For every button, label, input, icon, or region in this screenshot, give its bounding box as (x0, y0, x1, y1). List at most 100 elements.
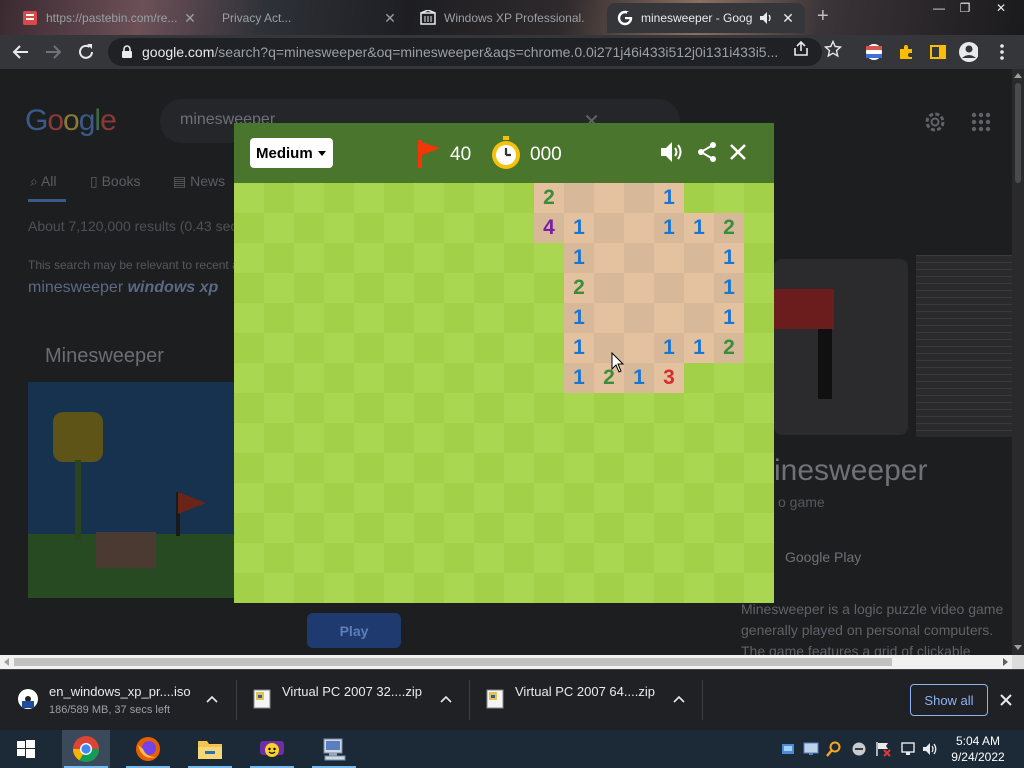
hidden-cell[interactable] (684, 573, 714, 603)
hidden-cell[interactable] (624, 513, 654, 543)
hidden-cell[interactable] (354, 363, 384, 393)
bookmark-star-icon[interactable] (824, 40, 842, 58)
hidden-cell[interactable] (264, 243, 294, 273)
hidden-cell[interactable] (474, 363, 504, 393)
hidden-cell[interactable] (564, 393, 594, 423)
hidden-cell[interactable] (504, 513, 534, 543)
system-clock[interactable]: 5:04 AM 9/24/2022 (940, 733, 1016, 765)
hidden-cell[interactable] (684, 423, 714, 453)
hidden-cell[interactable] (474, 573, 504, 603)
hidden-cell[interactable] (324, 423, 354, 453)
knowledge-panel-image[interactable] (774, 259, 908, 435)
hidden-cell[interactable] (384, 423, 414, 453)
revealed-cell[interactable]: 2 (564, 273, 594, 303)
hidden-cell[interactable] (744, 393, 774, 423)
hidden-cell[interactable] (414, 303, 444, 333)
hidden-cell[interactable] (234, 453, 264, 483)
hidden-cell[interactable] (534, 273, 564, 303)
tab-windows-xp[interactable]: Windows XP Professional... (410, 3, 605, 33)
hidden-cell[interactable] (474, 303, 504, 333)
hidden-cell[interactable] (234, 333, 264, 363)
revealed-cell[interactable]: 1 (684, 213, 714, 243)
show-all-button[interactable]: Show all (910, 684, 988, 716)
tab-books[interactable]: ▯ Books (90, 173, 141, 190)
minesweeper-thumbnail[interactable] (28, 382, 238, 598)
hidden-cell[interactable] (624, 423, 654, 453)
hidden-cell[interactable] (654, 513, 684, 543)
hidden-cell[interactable] (384, 213, 414, 243)
revealed-cell[interactable] (684, 243, 714, 273)
revealed-cell[interactable] (594, 183, 624, 213)
hidden-cell[interactable] (684, 363, 714, 393)
revealed-cell[interactable]: 1 (564, 333, 594, 363)
sound-icon[interactable] (659, 140, 685, 164)
hidden-cell[interactable] (654, 423, 684, 453)
close-shelf-icon[interactable] (998, 692, 1014, 708)
hidden-cell[interactable] (744, 243, 774, 273)
hidden-cell[interactable] (384, 513, 414, 543)
revealed-cell[interactable] (594, 213, 624, 243)
hidden-cell[interactable] (444, 513, 474, 543)
hidden-cell[interactable] (294, 513, 324, 543)
hidden-cell[interactable] (504, 243, 534, 273)
hidden-cell[interactable] (564, 513, 594, 543)
side-panel-icon[interactable] (928, 42, 948, 62)
hidden-cell[interactable] (324, 333, 354, 363)
hidden-cell[interactable] (384, 453, 414, 483)
revealed-cell[interactable] (684, 303, 714, 333)
difficulty-select[interactable]: Medium (250, 138, 333, 168)
back-icon[interactable] (10, 41, 32, 63)
hidden-cell[interactable] (564, 453, 594, 483)
volume-icon[interactable] (922, 741, 938, 757)
hidden-cell[interactable] (624, 453, 654, 483)
hidden-cell[interactable] (324, 243, 354, 273)
hidden-cell[interactable] (294, 363, 324, 393)
tab-close-icon[interactable]: ✕ (781, 11, 795, 25)
revealed-cell[interactable]: 2 (534, 183, 564, 213)
hidden-cell[interactable] (744, 573, 774, 603)
hidden-cell[interactable] (504, 393, 534, 423)
revealed-cell[interactable] (624, 213, 654, 243)
hidden-cell[interactable] (354, 513, 384, 543)
hidden-cell[interactable] (444, 363, 474, 393)
hidden-cell[interactable] (504, 303, 534, 333)
hidden-cell[interactable] (504, 573, 534, 603)
hidden-cell[interactable] (384, 183, 414, 213)
hidden-cell[interactable] (294, 183, 324, 213)
hidden-cell[interactable] (534, 573, 564, 603)
hidden-cell[interactable] (594, 513, 624, 543)
tab-news[interactable]: ▤ News (173, 173, 225, 190)
hidden-cell[interactable] (324, 453, 354, 483)
revealed-cell[interactable]: 1 (564, 243, 594, 273)
hidden-cell[interactable] (234, 213, 264, 243)
hidden-cell[interactable] (264, 513, 294, 543)
virtual-pc-icon[interactable] (310, 730, 358, 768)
hidden-cell[interactable] (264, 573, 294, 603)
hidden-cell[interactable] (744, 513, 774, 543)
wired-network-icon[interactable] (900, 741, 916, 757)
chevron-up-icon[interactable] (439, 692, 453, 706)
hidden-cell[interactable] (534, 513, 564, 543)
hidden-cell[interactable] (294, 243, 324, 273)
new-tab-icon[interactable]: + (817, 6, 829, 26)
hidden-cell[interactable] (414, 483, 444, 513)
hidden-cell[interactable] (234, 243, 264, 273)
hidden-cell[interactable] (594, 483, 624, 513)
hidden-cell[interactable] (564, 573, 594, 603)
hidden-cell[interactable] (354, 303, 384, 333)
hidden-cell[interactable] (444, 243, 474, 273)
revealed-cell[interactable] (624, 243, 654, 273)
hidden-cell[interactable] (444, 483, 474, 513)
revealed-cell[interactable]: 1 (564, 303, 594, 333)
hidden-cell[interactable] (504, 363, 534, 393)
hidden-cell[interactable] (474, 543, 504, 573)
hidden-cell[interactable] (384, 303, 414, 333)
hidden-cell[interactable] (474, 213, 504, 243)
hidden-cell[interactable] (534, 333, 564, 363)
revealed-cell[interactable]: 1 (564, 363, 594, 393)
hidden-cell[interactable] (594, 573, 624, 603)
magnifier-icon[interactable] (826, 741, 842, 757)
hidden-cell[interactable] (474, 183, 504, 213)
menu-kebab-icon[interactable] (992, 42, 1012, 62)
hidden-cell[interactable] (324, 303, 354, 333)
